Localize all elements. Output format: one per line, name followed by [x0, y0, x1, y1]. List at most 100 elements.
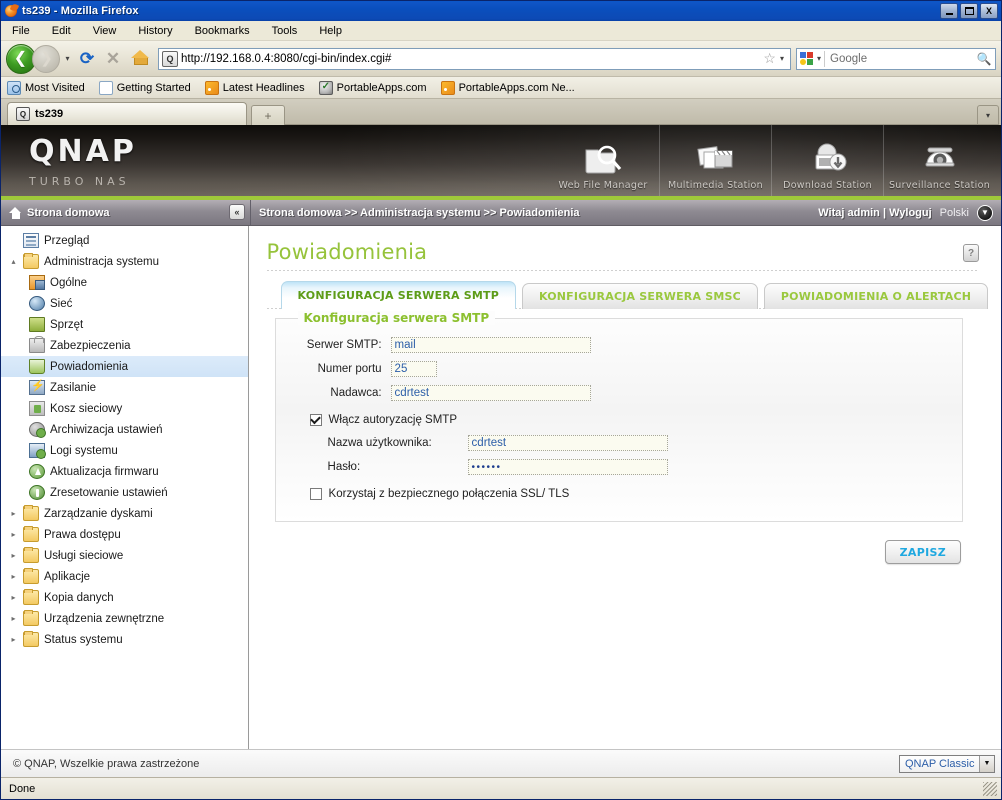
navigation-toolbar: ❮ ❯ ▾ ⟳ ✕ Q http://192.168.0.4:8080/cgi-… [1, 41, 1001, 77]
twisty-icon[interactable]: ▸ [9, 551, 18, 560]
enable-smtp-auth-checkbox[interactable] [309, 414, 322, 426]
menu-tools[interactable]: Tools [269, 24, 301, 38]
save-button[interactable]: ZAPISZ [884, 540, 961, 564]
language-label: Polski [939, 206, 969, 219]
sidebar-item-label: Sprzęt [50, 318, 84, 331]
sidebar-item-siec[interactable]: Sieć [1, 293, 248, 314]
home-button[interactable] [127, 50, 153, 67]
language-dropdown-icon[interactable]: ▼ [977, 204, 993, 221]
app-surveillance-station[interactable]: Surveillance Station [883, 125, 995, 196]
sidebar-item-aplikacje[interactable]: ▸ Aplikacje [1, 566, 248, 587]
sidebar-item-powiadomienia[interactable]: Powiadomienia [1, 356, 248, 377]
folder-open-icon [23, 253, 39, 269]
minimize-button[interactable] [940, 3, 958, 19]
browser-tab-ts239[interactable]: Q ts239 [7, 102, 247, 125]
sidebar-item-zabezpieczenia[interactable]: Zabezpieczenia [1, 335, 248, 356]
app-multimedia-station[interactable]: Multimedia Station [659, 125, 771, 196]
maximize-button[interactable] [960, 3, 978, 19]
bookmark-latest-headlines[interactable]: Latest Headlines [204, 80, 305, 95]
resize-grip[interactable] [983, 781, 997, 796]
user-session-box: Witaj admin | Wyloguj Polski ▼ [818, 200, 1001, 225]
twisty-icon[interactable]: ▸ [9, 614, 18, 623]
sidebar-item-administracja-systemu[interactable]: ▴ Administracja systemu [1, 251, 248, 272]
use-ssl-tls-label: Korzystaj z bezpiecznego połączenia SSL/… [328, 488, 570, 500]
sidebar-item-urzadzenia-zewnetrzne[interactable]: ▸ Urządzenia zewnętrzne [1, 608, 248, 629]
sender-input[interactable]: cdrtest [390, 385, 591, 401]
qnap-tagline: TURBO NAS [29, 175, 130, 188]
sidebar-item-zresetowanie-ustawien[interactable]: Zresetowanie ustawień [1, 482, 248, 503]
reload-button[interactable]: ⟳ [75, 49, 99, 69]
search-engine-dropdown-icon[interactable]: ▾ [816, 54, 824, 63]
search-input[interactable]: Google [825, 53, 975, 65]
breadcrumb: Strona domowa >> Administracja systemu >… [251, 200, 818, 225]
sidebar-item-zasilanie[interactable]: Zasilanie [1, 377, 248, 398]
sidebar-item-label: Aplikacje [44, 570, 91, 583]
reload-icon: ⟳ [79, 48, 95, 68]
bookmark-most-visited[interactable]: Most Visited [7, 80, 85, 95]
twisty-icon[interactable]: ▴ [9, 257, 18, 266]
sidebar-item-status-systemu[interactable]: ▸ Status systemu [1, 629, 248, 650]
menu-bookmarks[interactable]: Bookmarks [192, 24, 253, 38]
sidebar-item-logi-systemu[interactable]: Logi systemu [1, 440, 248, 461]
address-bar[interactable]: Q http://192.168.0.4:8080/cgi-bin/index.… [158, 47, 791, 70]
greeting-and-logout[interactable]: Witaj admin | Wyloguj [818, 207, 931, 219]
forward-button[interactable]: ❯ [32, 44, 60, 73]
sidebar-item-uslugi-sieciowe[interactable]: ▸ Usługi sieciowe [1, 545, 248, 566]
help-button[interactable]: ? [963, 244, 979, 262]
content-tabs: KONFIGURACJA SERWERA SMTP KONFIGURACJA S… [263, 271, 989, 309]
sidebar-item-zarzadzanie-dyskami[interactable]: ▸ Zarządzanie dyskami [1, 503, 248, 524]
search-icon[interactable]: 🔍 [975, 52, 993, 66]
bookmark-portableapps[interactable]: PortableApps.com [318, 80, 427, 95]
menu-help[interactable]: Help [316, 24, 345, 38]
browser-status-bar: Done [1, 777, 1001, 799]
twisty-icon[interactable]: ▸ [9, 530, 18, 539]
folder-icon [23, 631, 39, 647]
stop-button[interactable]: ✕ [101, 49, 125, 69]
close-button[interactable]: X [980, 3, 998, 19]
search-bar[interactable]: ▾ Google 🔍 [796, 47, 996, 70]
sidebar-item-sprzet[interactable]: Sprzęt [1, 314, 248, 335]
address-dropdown-icon[interactable]: ▾ [778, 54, 788, 63]
sidebar-item-przeglad[interactable]: Przegląd [1, 230, 248, 251]
tab-smtp-server-config[interactable]: KONFIGURACJA SERWERA SMTP [280, 281, 516, 309]
bookmark-star-icon[interactable]: ☆ [761, 50, 778, 67]
twisty-icon[interactable]: ▸ [9, 593, 18, 602]
new-tab-button[interactable]: + [251, 105, 285, 125]
password-input[interactable]: •••••• [467, 459, 668, 475]
sidebar-item-kopia-danych[interactable]: ▸ Kopia danych [1, 587, 248, 608]
app-download-station[interactable]: Download Station [771, 125, 883, 196]
twisty-icon[interactable]: ▸ [9, 572, 18, 581]
app-label: Download Station [783, 180, 872, 191]
tab-list-button[interactable]: ▾ [977, 105, 999, 125]
site-favicon-icon: Q [162, 50, 178, 67]
menu-file[interactable]: File [9, 24, 33, 38]
sidebar-item-ogolne[interactable]: Ogólne [1, 272, 248, 293]
username-input[interactable]: cdrtest [467, 435, 668, 451]
menu-edit[interactable]: Edit [49, 24, 74, 38]
menu-history[interactable]: History [135, 24, 175, 38]
tab-alert-notifications[interactable]: POWIADOMIENIA O ALERTACH [763, 283, 989, 309]
use-ssl-tls-checkbox[interactable] [309, 488, 322, 500]
bookmark-portableapps-news[interactable]: PortableApps.com Ne... [440, 80, 575, 95]
tab-label: ts239 [35, 108, 64, 120]
menu-view[interactable]: View [90, 24, 120, 38]
port-input[interactable]: 25 [390, 361, 437, 377]
smtp-server-input[interactable]: mail [390, 337, 591, 353]
sidebar-item-archiwizacja-ustawien[interactable]: Archiwizacja ustawień [1, 419, 248, 440]
password-label: Hasło: [327, 461, 361, 473]
folder-icon [23, 547, 39, 563]
content-pane: Powiadomienia ? KONFIGURACJA SERWERA SMT… [248, 226, 1001, 749]
history-dropdown-icon[interactable]: ▾ [62, 54, 73, 63]
home-link[interactable]: Strona domowa « [1, 200, 251, 225]
sidebar-item-prawa-dostepu[interactable]: ▸ Prawa dostępu [1, 524, 248, 545]
plus-icon: + [264, 108, 272, 123]
twisty-icon[interactable]: ▸ [9, 635, 18, 644]
theme-select[interactable]: QNAP Classic ▼ [899, 754, 995, 773]
app-web-file-manager[interactable]: Web File Manager [547, 125, 659, 196]
sidebar-item-aktualizacja-firmwaru[interactable]: Aktualizacja firmwaru [1, 461, 248, 482]
bookmark-getting-started[interactable]: Getting Started [98, 80, 191, 95]
twisty-icon[interactable]: ▸ [9, 509, 18, 518]
collapse-sidebar-button[interactable]: « [229, 204, 245, 220]
tab-smsc-server-config[interactable]: KONFIGURACJA SERWERA SMSC [522, 283, 758, 309]
sidebar-item-kosz-sieciowy[interactable]: Kosz sieciowy [1, 398, 248, 419]
